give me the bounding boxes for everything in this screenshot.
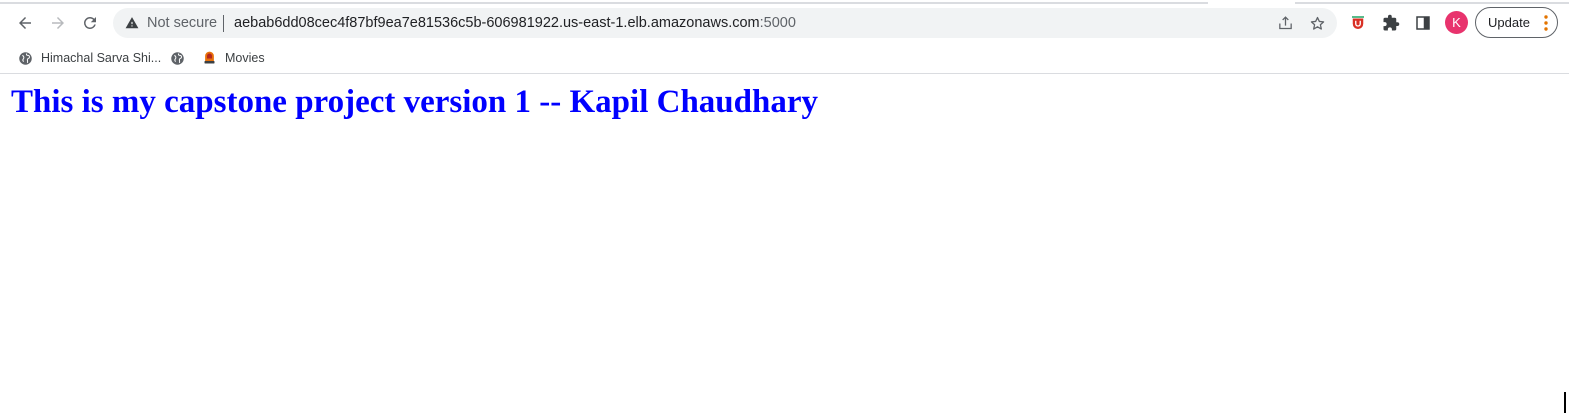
- page-content: This is my capstone project version 1 --…: [0, 75, 1569, 415]
- puzzle-icon: [1383, 14, 1400, 31]
- security-status[interactable]: Not secure: [147, 15, 217, 31]
- reload-icon: [83, 16, 96, 29]
- arrow-right-icon: [52, 17, 64, 29]
- address-divider: [223, 15, 224, 32]
- share-button[interactable]: [1275, 13, 1295, 33]
- profile-avatar[interactable]: K: [1445, 11, 1468, 34]
- extensions-menu-button[interactable]: [1380, 12, 1402, 34]
- update-button[interactable]: Update: [1475, 7, 1558, 38]
- bookmark-star-button[interactable]: [1307, 13, 1327, 33]
- more-menu-icon: [1544, 15, 1548, 31]
- bookmark-item[interactable]: Himachal Sarva Shi...: [18, 47, 161, 69]
- shield-extension-icon: [1352, 16, 1364, 29]
- bookmarks-bar: Himachal Sarva Shi... Movies: [0, 42, 1569, 74]
- share-icon: [1278, 15, 1292, 29]
- address-bar[interactable]: Not secure aebab6dd08cec4f87bf9ea7e81536…: [113, 8, 1337, 38]
- forward-button[interactable]: [43, 8, 73, 38]
- url-host: aebab6dd08cec4f87bf9ea7e81536c5b-6069819…: [234, 15, 760, 31]
- extension-button[interactable]: [1347, 12, 1369, 34]
- arrow-left-icon: [19, 17, 31, 29]
- url-port: :5000: [759, 15, 796, 31]
- back-button[interactable]: [10, 8, 40, 38]
- update-label: Update: [1488, 15, 1530, 30]
- star-icon: [1310, 16, 1324, 30]
- side-panel-button[interactable]: [1412, 12, 1434, 34]
- globe-icon: [171, 51, 184, 65]
- url-text[interactable]: aebab6dd08cec4f87bf9ea7e81536c5b-6069819…: [234, 15, 796, 31]
- globe-icon: [19, 51, 32, 65]
- movies-icon: [204, 51, 215, 63]
- bookmark-item[interactable]: [170, 47, 185, 69]
- side-panel-icon: [1416, 16, 1430, 30]
- bookmark-item[interactable]: Movies: [202, 47, 265, 69]
- reload-button[interactable]: [75, 8, 105, 38]
- text-cursor: [1564, 392, 1566, 413]
- bookmark-label: Himachal Sarva Shi...: [41, 51, 162, 65]
- bookmark-label: Movies: [225, 51, 265, 65]
- page-title: This is my capstone project version 1 --…: [11, 84, 819, 120]
- warning-icon[interactable]: [125, 16, 139, 30]
- browser-toolbar: Not secure aebab6dd08cec4f87bf9ea7e81536…: [0, 4, 1569, 42]
